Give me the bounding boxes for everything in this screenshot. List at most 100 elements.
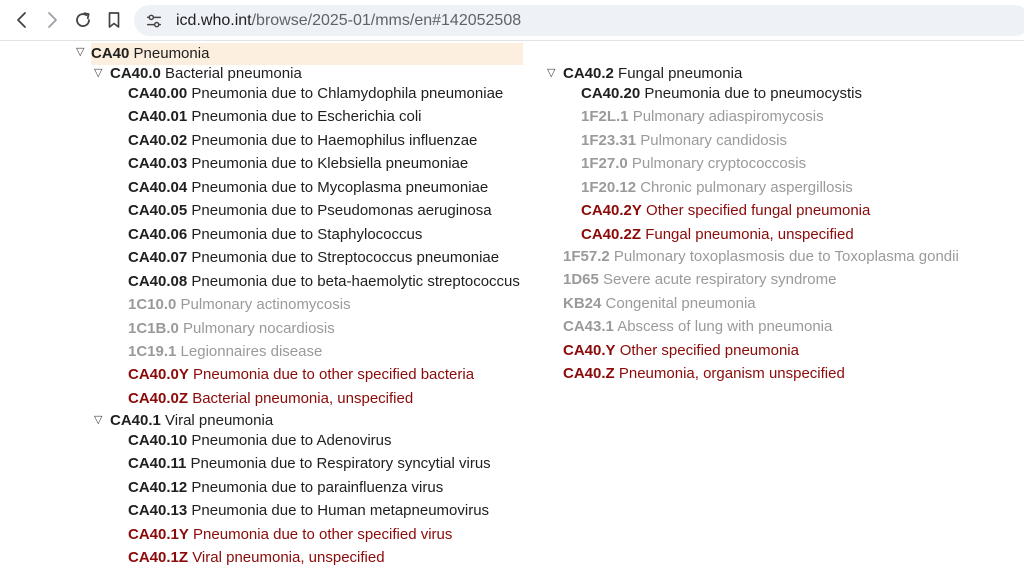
node-name: Congenital pneumonia — [605, 294, 756, 312]
node-name: Pulmonary adiaspiromycosis — [632, 108, 824, 126]
tree-node[interactable]: CA40.02 Pneumonia due to Haemophilus inf… — [128, 130, 477, 152]
node-name: Pneumonia due to Respiratory syncytial v… — [190, 455, 491, 473]
tree-node[interactable]: CA40.12 Pneumonia due to parainfluenza v… — [128, 477, 443, 499]
tree-node[interactable]: CA40.2Z Fungal pneumonia, unspecified — [581, 224, 854, 246]
tree-node[interactable]: CA40.13 Pneumonia due to Human metapneum… — [128, 500, 489, 522]
tree-node[interactable]: CA40.03 Pneumonia due to Klebsiella pneu… — [128, 153, 468, 175]
arrow-left-icon — [17, 12, 26, 28]
node-name: Viral pneumonia — [165, 412, 274, 429]
tree-node[interactable]: 1F23.31 Pulmonary candidosis — [581, 130, 787, 152]
tree-node[interactable]: CA40.08 Pneumonia due to beta-haemolytic… — [128, 271, 520, 293]
tree-node[interactable]: 1D65 Severe acute respiratory syndrome — [563, 269, 836, 291]
node-code: CA40.11 — [128, 455, 187, 473]
node-name: Pneumonia due to Haemophilus influenzae — [191, 131, 478, 149]
tree-node[interactable]: 1F20.12 Chronic pulmonary aspergillosis — [581, 177, 853, 199]
node-name: Pneumonia due to other specified bacteri… — [193, 366, 475, 384]
bacterial-toggle-icon[interactable]: ▽ — [94, 67, 102, 79]
node-code: 1C1B.0 — [128, 319, 179, 337]
address-bar[interactable]: icd.who.int/browse/2025-01/mms/en#142052… — [134, 5, 1024, 36]
tree-node[interactable]: 1C10.0 Pulmonary actinomycosis — [128, 294, 351, 316]
tree-node[interactable]: 1F2L.1 Pulmonary adiaspiromycosis — [581, 106, 824, 128]
reload-icon — [76, 12, 90, 27]
forward-button[interactable] — [38, 6, 66, 34]
node-name: Pulmonary actinomycosis — [180, 296, 351, 314]
node-name: Pneumonia due to other specified virus — [193, 525, 453, 543]
node-code: CA43.1 — [563, 318, 614, 336]
node-name: Pneumonia due to Klebsiella pneumoniae — [191, 155, 469, 173]
node-code: CA40.07 — [128, 249, 188, 267]
tree-node[interactable]: CA40.05 Pneumonia due to Pseudomonas aer… — [128, 200, 492, 222]
tree-node[interactable]: CA40.10 Pneumonia due to Adenovirus — [128, 430, 392, 452]
node-name: Pneumonia due to beta-haemolytic strepto… — [191, 272, 520, 290]
node-code: CA40.06 — [128, 225, 188, 243]
tree-node[interactable]: CA40.0Y Pneumonia due to other specified… — [128, 364, 474, 386]
node-code: 1C10.0 — [128, 296, 177, 314]
tree-node[interactable]: KB24 Congenital pneumonia — [563, 293, 756, 315]
url-host: icd.who.int — [176, 12, 252, 29]
node-name: Bacterial pneumonia, unspecified — [192, 389, 414, 407]
tree-node[interactable]: CA40.06 Pneumonia due to Staphylococcus — [128, 224, 422, 246]
bookmark-button[interactable] — [100, 6, 128, 34]
node-name: Legionnaires disease — [180, 342, 323, 360]
back-button[interactable] — [8, 6, 36, 34]
node-code: CA40.00 — [128, 85, 188, 102]
tree-node-bacterial[interactable]: CA40.0 Bacterial pneumonia — [110, 63, 302, 85]
node-code: CA40.05 — [128, 202, 188, 220]
root-toggle-icon[interactable]: ▽ — [76, 46, 84, 58]
tree-node[interactable]: 1C19.1 Legionnaires disease — [128, 341, 322, 363]
tree-node[interactable]: CA40.1Z Viral pneumonia, unspecified — [128, 547, 385, 569]
node-name: Pneumonia due to pneumocystis — [644, 85, 863, 102]
site-info-button[interactable] — [144, 11, 164, 31]
node-name: Viral pneumonia, unspecified — [192, 549, 385, 567]
tree-node[interactable]: CA40.01 Pneumonia due to Escherichia col… — [128, 106, 422, 128]
node-name: Pulmonary toxoplasmosis due to Toxoplasm… — [613, 248, 959, 265]
url-text[interactable]: icd.who.int/browse/2025-01/mms/en#142052… — [176, 11, 521, 30]
node-code: CA40.Z — [563, 365, 615, 383]
tree-node-fungal[interactable]: CA40.2 Fungal pneumonia — [563, 63, 742, 85]
tree-node[interactable]: CA43.1 Abscess of lung with pneumonia — [563, 316, 832, 338]
node-name: Pneumonia due to Pseudomonas aeruginosa — [191, 202, 492, 220]
tree-node[interactable]: CA40.07 Pneumonia due to Streptococcus p… — [128, 247, 499, 269]
node-code: CA40.01 — [128, 108, 188, 126]
tree-node[interactable]: CA40.20 Pneumonia due to pneumocystis — [581, 83, 862, 105]
node-code: CA40.20 — [581, 85, 641, 102]
tune-icon — [146, 14, 162, 28]
tree-node-viral[interactable]: CA40.1 Viral pneumonia — [110, 410, 273, 432]
tree-node[interactable]: CA40.0Z Bacterial pneumonia, unspecified — [128, 388, 413, 410]
node-code: CA40 — [91, 45, 130, 62]
tree-node[interactable]: 1F57.2 Pulmonary toxoplasmosis due to To… — [563, 246, 959, 268]
node-code: 1F23.31 — [581, 131, 637, 149]
node-code: CA40.12 — [128, 478, 188, 496]
node-name: Pneumonia — [133, 45, 210, 62]
url-path: /browse/2025-01/mms/en#142052508 — [251, 12, 522, 29]
tree-node-root[interactable]: CA40 Pneumonia — [91, 43, 523, 65]
node-name: Pneumonia due to Streptococcus pneumonia… — [191, 249, 500, 267]
node-name: Pneumonia due to Escherichia coli — [191, 108, 422, 126]
tree-node[interactable]: CA40.04 Pneumonia due to Mycoplasma pneu… — [128, 177, 488, 199]
node-code: CA40.2Z — [581, 225, 642, 243]
node-code: CA40.2 — [563, 65, 614, 82]
node-name: Abscess of lung with pneumonia — [617, 318, 833, 336]
icd-tree: ▽ CA40 Pneumonia ▽ CA40.0 Bacterial pneu… — [0, 41, 1024, 568]
tree-node[interactable]: 1F27.0 Pulmonary cryptococcosis — [581, 153, 806, 175]
tree-node[interactable]: CA40.2Y Other specified fungal pneumonia — [581, 200, 870, 222]
node-name: Severe acute respiratory syndrome — [603, 271, 837, 289]
node-name: Other specified fungal pneumonia — [646, 202, 871, 220]
node-code: KB24 — [563, 294, 602, 312]
fungal-toggle-icon[interactable]: ▽ — [547, 67, 555, 79]
node-code: CA40.08 — [128, 272, 188, 290]
reload-button[interactable] — [69, 6, 97, 34]
node-name: Pneumonia due to Staphylococcus — [191, 225, 423, 243]
node-name: Other specified pneumonia — [619, 341, 799, 359]
browser-toolbar: icd.who.int/browse/2025-01/mms/en#142052… — [0, 0, 1024, 41]
node-code: CA40.0 — [110, 65, 161, 82]
tree-node[interactable]: CA40.1Y Pneumonia due to other specified… — [128, 524, 452, 546]
tree-node[interactable]: CA40.Y Other specified pneumonia — [563, 340, 799, 362]
tree-node[interactable]: CA40.Z Pneumonia, organism unspecified — [563, 363, 845, 385]
tree-node[interactable]: CA40.00 Pneumonia due to Chlamydophila p… — [128, 83, 503, 105]
node-name: Pulmonary candidosis — [640, 131, 787, 149]
node-name: Pulmonary nocardiosis — [183, 319, 335, 337]
tree-node[interactable]: CA40.11 Pneumonia due to Respiratory syn… — [128, 453, 491, 475]
tree-node[interactable]: 1C1B.0 Pulmonary nocardiosis — [128, 318, 335, 340]
viral-toggle-icon[interactable]: ▽ — [94, 414, 102, 426]
